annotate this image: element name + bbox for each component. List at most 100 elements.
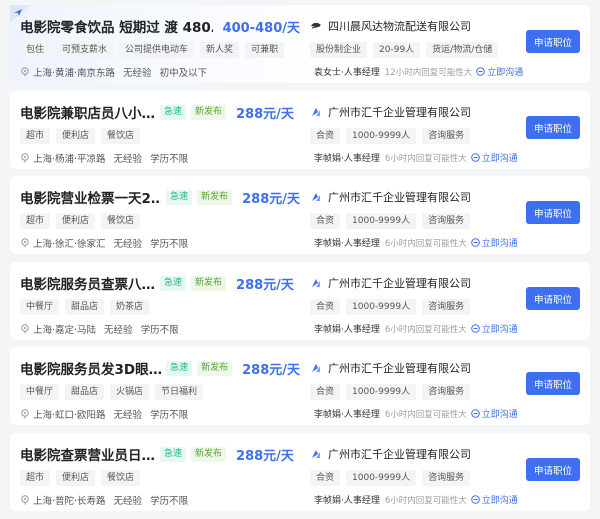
- apply-button[interactable]: 申请职位: [526, 458, 580, 481]
- job-title[interactable]: 电影院零食饮品 短期过 渡 480…: [20, 16, 213, 36]
- experience: 无经验: [113, 154, 143, 165]
- benefit-tags: 包住 可预支薪水 公司提供电动车 新人奖 可兼职: [20, 42, 300, 58]
- tag: 公司提供电动车: [119, 42, 195, 58]
- location-pin-icon: [21, 238, 29, 248]
- job-card[interactable]: 电影院服务员查票八… 急速 新发布 288元/天 中餐厅 甜品店 奶茶店 上海·…: [10, 262, 590, 340]
- company-tags: 合资 1000-9999人 咨询服务: [310, 299, 490, 315]
- job-title[interactable]: 电影院服务员查票八…: [20, 273, 155, 293]
- chat-icon: [470, 238, 480, 247]
- company-tag: 咨询服务: [422, 299, 471, 315]
- reply-rate: 6小时内回复可能性大: [384, 409, 467, 420]
- location: 上海·黄浦·南京东路: [33, 68, 116, 79]
- chat-link[interactable]: 立即沟通: [476, 65, 523, 78]
- chat-label[interactable]: 立即沟通: [482, 493, 518, 506]
- company-logo-icon: [312, 364, 320, 372]
- reply-rate: 6小时内回复可能性大: [384, 495, 467, 506]
- company-name[interactable]: 广州市汇千企业管理有限公司: [328, 104, 471, 120]
- location-pin-icon: [21, 67, 29, 77]
- chat-icon: [476, 67, 486, 76]
- benefit-tags: 中餐厅 甜品店 火锅店 节日福利: [20, 384, 300, 400]
- tag: 包住: [20, 42, 51, 58]
- company-name[interactable]: 广州市汇千企业管理有限公司: [328, 189, 471, 205]
- company-tags: 股份制企业 20-99人 货运/物流/仓储: [310, 42, 499, 58]
- education: 学历不限: [150, 496, 189, 507]
- job-title[interactable]: 电影院查票营业员日…: [20, 444, 155, 464]
- tag: 便利店: [56, 128, 96, 144]
- job-title[interactable]: 电影院兼职店员八小…: [20, 102, 155, 122]
- fast-badge: 急速: [166, 360, 193, 376]
- chat-label[interactable]: 立即沟通: [487, 65, 523, 78]
- company-tag: 合资: [310, 213, 341, 229]
- chat-icon: [470, 324, 480, 333]
- tag: 奶茶店: [110, 299, 150, 315]
- company-name[interactable]: 广州市汇千企业管理有限公司: [328, 275, 471, 291]
- chat-link[interactable]: 立即沟通: [470, 407, 518, 420]
- fast-badge: 急速: [160, 446, 187, 462]
- reply-rate: 6小时内回复可能性大: [384, 153, 467, 164]
- hr-name: 李帧娟·人事经理: [314, 325, 380, 335]
- location: 上海·虹口·欧阳路: [33, 410, 106, 421]
- chat-link[interactable]: 立即沟通: [470, 322, 518, 335]
- apply-button[interactable]: 申请职位: [526, 201, 580, 224]
- salary: 288元/天: [236, 448, 294, 464]
- experience: 无经验: [113, 410, 143, 421]
- chat-link[interactable]: 立即沟通: [470, 493, 518, 506]
- job-title[interactable]: 电影院营业检票一天2…: [20, 187, 161, 207]
- job-title[interactable]: 电影院服务员发3D眼…: [20, 358, 161, 378]
- location: 上海·嘉定·马陆: [33, 325, 97, 336]
- tag: 甜品店: [65, 299, 105, 315]
- apply-button[interactable]: 申请职位: [526, 116, 580, 139]
- job-card[interactable]: 电影院查票营业员日… 急速 新发布 288元/天 超市 便利店 餐饮店 上海·普…: [10, 433, 590, 511]
- chat-link[interactable]: 立即沟通: [470, 151, 518, 164]
- chat-label[interactable]: 立即沟通: [482, 236, 518, 249]
- company-tag: 货运/物流/仓储: [426, 42, 499, 58]
- chat-label[interactable]: 立即沟通: [482, 151, 518, 164]
- salary: 400-480/天: [222, 20, 300, 36]
- company-tag: 咨询服务: [422, 384, 471, 400]
- company-tag: 咨询服务: [422, 470, 471, 486]
- job-card[interactable]: 电影院服务员发3D眼… 急速 新发布 288元/天 中餐厅 甜品店 火锅店 节日…: [10, 347, 590, 425]
- company-tag: 合资: [310, 384, 341, 400]
- job-card[interactable]: 电影院零食饮品 短期过 渡 480… 400-480/天 包住 可预支薪水 公司…: [10, 5, 590, 83]
- apply-button[interactable]: 申请职位: [526, 30, 580, 53]
- chat-label[interactable]: 立即沟通: [482, 322, 518, 335]
- company-name[interactable]: 广州市汇千企业管理有限公司: [328, 446, 471, 462]
- job-list: 电影院零食饮品 短期过 渡 480… 400-480/天 包住 可预支薪水 公司…: [0, 0, 600, 519]
- experience: 无经验: [123, 68, 152, 79]
- tag: 中餐厅: [20, 384, 60, 400]
- benefit-tags: 超市 便利店 餐饮店: [20, 470, 300, 486]
- company-logo-icon: [312, 279, 320, 287]
- chat-link[interactable]: 立即沟通: [470, 236, 518, 249]
- location: 上海·普陀·长寿路: [33, 496, 106, 507]
- salary: 288元/天: [236, 277, 294, 293]
- job-card[interactable]: 电影院营业检票一天2… 急速 新发布 288元/天 超市 便利店 餐饮店 上海·…: [10, 176, 590, 254]
- education: 学历不限: [140, 325, 179, 336]
- salary: 288元/天: [242, 362, 300, 378]
- company-tags: 合资 1000-9999人 咨询服务: [310, 213, 490, 229]
- tag: 中餐厅: [20, 299, 60, 315]
- education: 学历不限: [150, 154, 189, 165]
- salary: 288元/天: [242, 191, 300, 207]
- tag: 超市: [20, 470, 51, 486]
- tag: 便利店: [56, 470, 96, 486]
- company-tag: 1000-9999人: [346, 128, 417, 144]
- location-pin-icon: [21, 153, 29, 163]
- tag: 超市: [20, 213, 51, 229]
- apply-button[interactable]: 申请职位: [526, 372, 580, 395]
- company-name[interactable]: 广州市汇千企业管理有限公司: [328, 360, 471, 376]
- job-card[interactable]: 电影院兼职店员八小… 急速 新发布 288元/天 超市 便利店 餐饮店 上海·杨…: [10, 91, 590, 169]
- company-name[interactable]: 四川晨风达物流配送有限公司: [328, 18, 471, 34]
- company-tags: 合资 1000-9999人 咨询服务: [310, 128, 490, 144]
- fast-badge: 急速: [160, 104, 187, 120]
- tag: 餐饮店: [101, 213, 141, 229]
- location: 上海·徐汇·徐家汇: [33, 239, 106, 250]
- location-pin-icon: [21, 495, 29, 505]
- company-tag: 20-99人: [373, 42, 421, 58]
- apply-button[interactable]: 申请职位: [526, 287, 580, 310]
- chat-label[interactable]: 立即沟通: [482, 407, 518, 420]
- tag: 甜品店: [65, 384, 105, 400]
- hr-name: 李帧娟·人事经理: [314, 154, 380, 164]
- tag: 便利店: [56, 213, 96, 229]
- location-pin-icon: [21, 324, 29, 334]
- company-logo-icon: [312, 108, 320, 116]
